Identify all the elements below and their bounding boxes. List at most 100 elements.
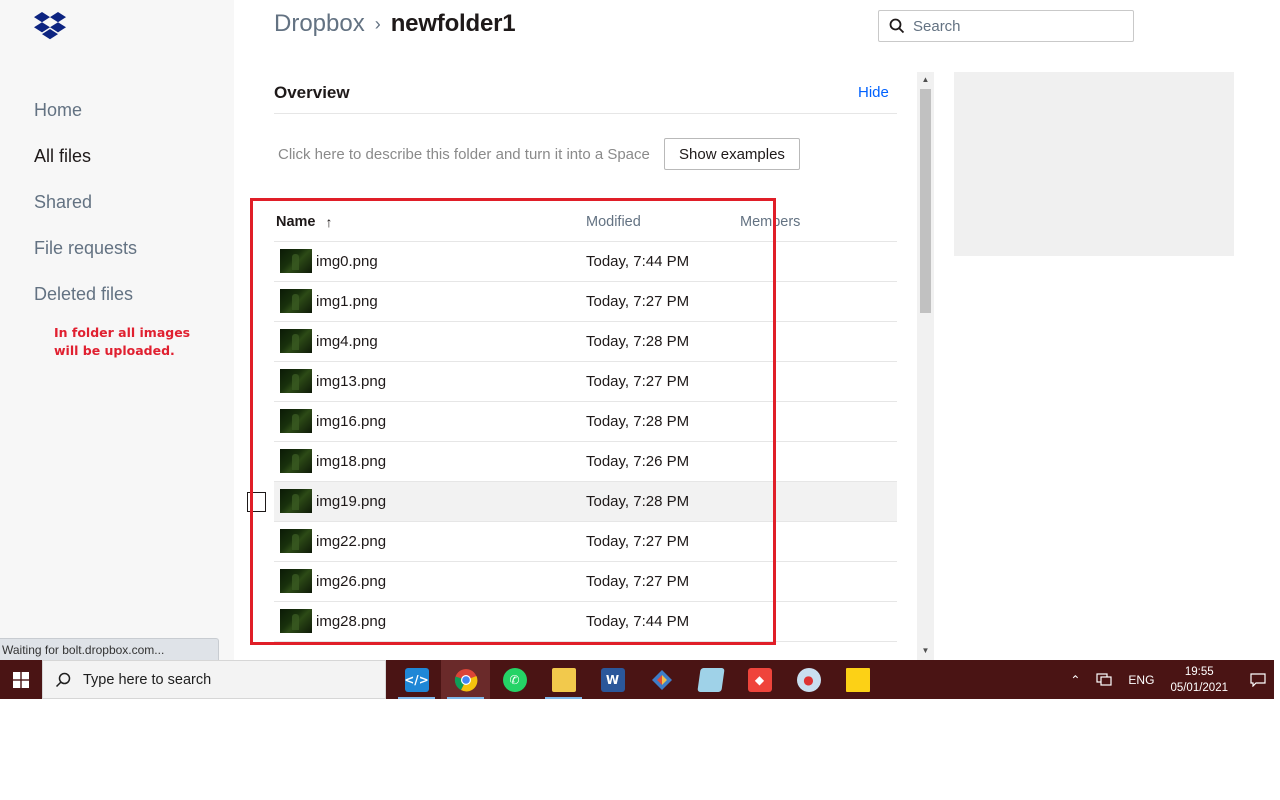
hide-overview-link[interactable]: Hide: [858, 84, 889, 101]
taskbar-app-notepad[interactable]: [686, 660, 735, 699]
sidebar-item-home[interactable]: Home: [34, 100, 82, 121]
table-row[interactable]: img1.png Today, 7:27 PM: [274, 282, 897, 322]
clock-time: 19:55: [1184, 665, 1214, 678]
file-name[interactable]: img4.png: [316, 333, 378, 350]
chevron-up-icon[interactable]: ⌃: [1070, 673, 1080, 687]
breadcrumb: Dropbox › newfolder1: [274, 10, 516, 38]
sort-ascending-icon: ↑: [325, 214, 333, 230]
breadcrumb-root[interactable]: Dropbox: [274, 10, 365, 38]
table-row[interactable]: img13.png Today, 7:27 PM: [274, 362, 897, 402]
scroll-up-arrow-icon[interactable]: ▲: [917, 72, 934, 88]
image-thumbnail: [280, 369, 312, 393]
taskbar-app-paint[interactable]: ●: [784, 660, 833, 699]
search-box[interactable]: [878, 10, 1134, 42]
folder-description-prompt[interactable]: Click here to describe this folder and t…: [278, 146, 650, 163]
table-row[interactable]: img19.png Today, 7:28 PM: [274, 482, 897, 522]
dropbox-logo-icon[interactable]: [34, 12, 66, 40]
image-thumbnail: [280, 489, 312, 513]
table-row[interactable]: img16.png Today, 7:28 PM: [274, 402, 897, 442]
column-header-name[interactable]: Name ↑: [276, 214, 333, 230]
table-row[interactable]: img18.png Today, 7:26 PM: [274, 442, 897, 482]
notification-icon: [1250, 672, 1266, 687]
column-name-label: Name: [276, 214, 316, 230]
file-name[interactable]: img13.png: [316, 373, 386, 390]
file-modified: Today, 7:28 PM: [586, 493, 690, 510]
file-name[interactable]: img18.png: [316, 453, 386, 470]
file-explorer-icon: [551, 667, 576, 692]
scroll-down-arrow-icon[interactable]: ▼: [917, 644, 934, 658]
overview-title: Overview: [274, 83, 350, 102]
file-name[interactable]: img26.png: [316, 573, 386, 590]
taskbar-app-whatsapp[interactable]: ✆: [490, 660, 539, 699]
image-thumbnail: [280, 569, 312, 593]
clock[interactable]: 19:55 05/01/2021: [1170, 664, 1228, 696]
language-indicator[interactable]: ENG: [1128, 673, 1154, 687]
table-row[interactable]: img0.png Today, 7:44 PM: [274, 242, 897, 282]
file-modified: Today, 7:27 PM: [586, 373, 690, 390]
image-thumbnail: [280, 529, 312, 553]
notepad-icon: [696, 667, 725, 692]
sticky-notes-icon: [845, 667, 870, 692]
file-name[interactable]: img22.png: [316, 533, 386, 550]
file-name[interactable]: img28.png: [316, 613, 386, 630]
screen: Home All files Shared File requests Dele…: [0, 0, 1280, 800]
chrome-icon: [454, 668, 477, 691]
show-examples-button[interactable]: Show examples: [664, 138, 800, 170]
file-table-header: Name ↑ Modified Members: [274, 204, 897, 242]
file-name[interactable]: img19.png: [316, 493, 386, 510]
row-select-checkbox[interactable]: [247, 492, 266, 512]
table-row[interactable]: img4.png Today, 7:28 PM: [274, 322, 897, 362]
image-thumbnail: [280, 289, 312, 313]
windows-logo-icon: [13, 671, 29, 688]
file-modified: Today, 7:27 PM: [586, 573, 690, 590]
taskbar-app-git[interactable]: [637, 660, 686, 699]
table-row[interactable]: img22.png Today, 7:27 PM: [274, 522, 897, 562]
taskbar-app-sticky-notes[interactable]: [833, 660, 882, 699]
table-row[interactable]: img26.png Today, 7:27 PM: [274, 562, 897, 602]
file-modified: Today, 7:28 PM: [586, 333, 690, 350]
scrollbar-thumb[interactable]: [920, 89, 931, 313]
sidebar-item-deleted-files[interactable]: Deleted files: [34, 284, 133, 305]
search-input[interactable]: [913, 17, 1123, 35]
scrollbar[interactable]: ▲ ▼: [917, 72, 934, 660]
details-panel-placeholder: [954, 72, 1234, 256]
partial-row-modified: Today, 7:27 PM: [586, 652, 689, 660]
git-icon: [650, 668, 674, 692]
network-icon[interactable]: [1096, 672, 1113, 687]
taskbar-app-file-explorer[interactable]: [539, 660, 588, 699]
sidebar-item-shared[interactable]: Shared: [34, 192, 92, 213]
image-thumbnail: [280, 249, 312, 273]
column-header-members[interactable]: Members: [740, 214, 800, 230]
browser-status-bar: Waiting for bolt.dropbox.com...: [0, 638, 220, 660]
taskbar-app-word[interactable]: W: [588, 660, 637, 699]
file-modified: Today, 7:27 PM: [586, 533, 690, 550]
image-thumbnail: [280, 329, 312, 353]
notifications-button[interactable]: [1242, 660, 1274, 699]
taskbar-app-chrome[interactable]: [441, 660, 490, 699]
file-modified: Today, 7:44 PM: [586, 613, 690, 630]
image-thumbnail: [280, 449, 312, 473]
taskbar-app-vscode[interactable]: </>: [392, 660, 441, 699]
image-thumbnail: [280, 609, 312, 633]
taskbar-app-anydesk[interactable]: ◆: [735, 660, 784, 699]
sidebar: Home All files Shared File requests Dele…: [0, 0, 234, 660]
sidebar-item-all-files[interactable]: All files: [34, 146, 91, 167]
taskbar-search-box[interactable]: Type here to search: [42, 660, 386, 699]
anydesk-icon: ◆: [747, 667, 772, 692]
file-modified: Today, 7:28 PM: [586, 413, 690, 430]
page-title: newfolder1: [390, 10, 516, 37]
whatsapp-icon: ✆: [502, 667, 527, 692]
windows-start-button[interactable]: [0, 660, 42, 699]
vscode-icon: </>: [404, 667, 429, 692]
windows-taskbar: Type here to search </> ✆ W ◆ ● ⌃ ENG 19…: [0, 660, 1274, 699]
file-name[interactable]: img0.png: [316, 253, 378, 270]
column-header-modified[interactable]: Modified: [586, 214, 641, 230]
table-row[interactable]: img28.png Today, 7:44 PM: [274, 602, 897, 642]
search-icon: [55, 672, 71, 687]
file-name[interactable]: img16.png: [316, 413, 386, 430]
clock-date: 05/01/2021: [1170, 681, 1228, 694]
sidebar-item-file-requests[interactable]: File requests: [34, 238, 137, 259]
word-icon: W: [600, 667, 625, 692]
file-name[interactable]: img1.png: [316, 293, 378, 310]
file-list: img0.png Today, 7:44 PM img1.png Today, …: [274, 242, 897, 642]
